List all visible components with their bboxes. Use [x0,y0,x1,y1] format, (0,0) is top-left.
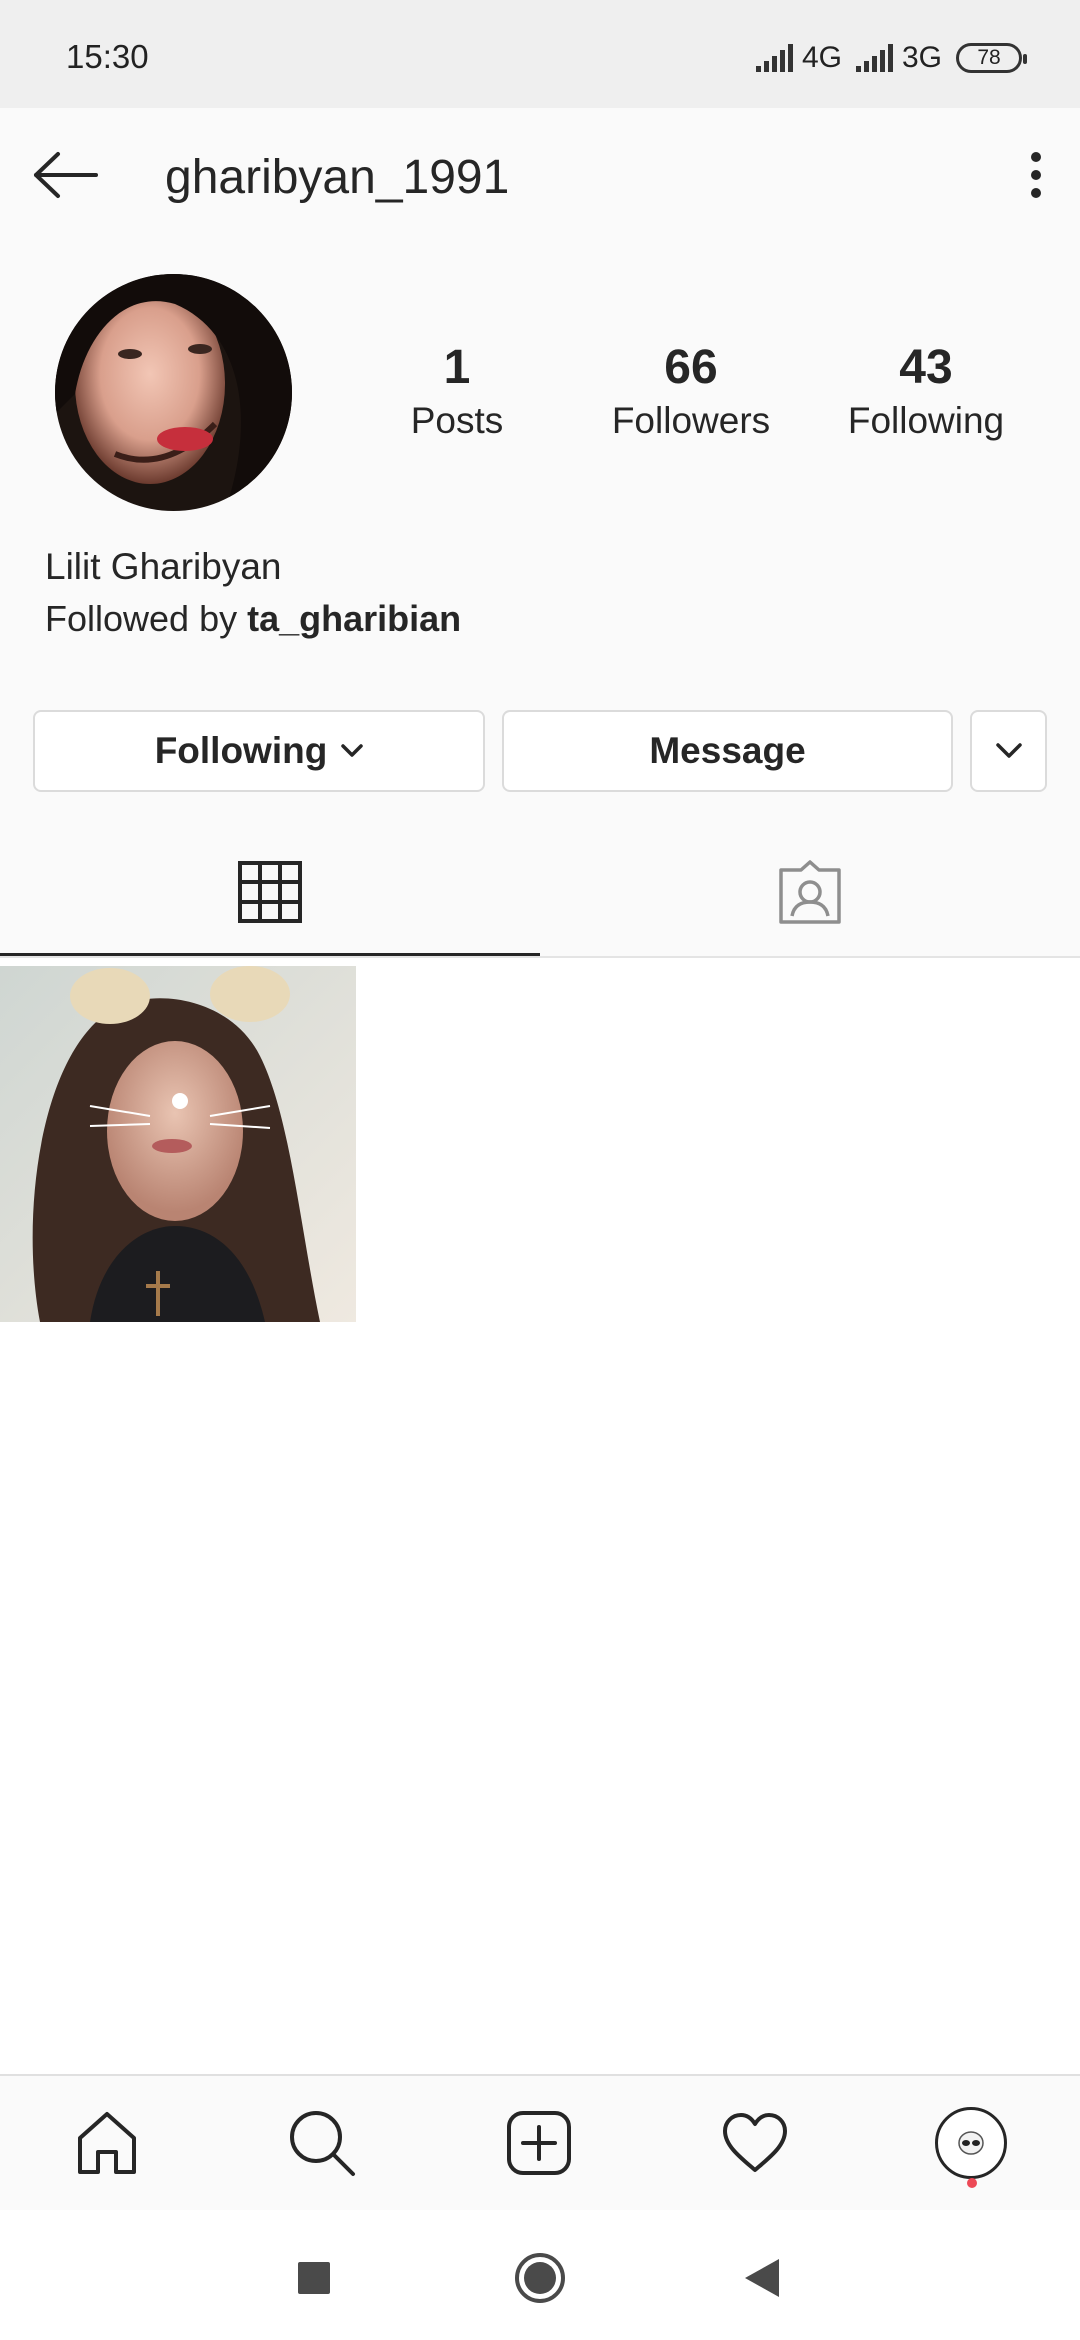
status-time: 15:30 [66,38,149,75]
message-button-label: Message [649,730,806,771]
back-triangle-icon [745,2259,779,2297]
tagged-person-icon [779,860,841,924]
message-button[interactable]: Message [502,710,953,792]
heart-icon [723,2113,787,2172]
followers-count: 66 [664,341,718,394]
profile-avatar-icon [935,2107,1007,2179]
followed-by-text: Followed by ta_gharibian [45,598,461,640]
avatar-photo [55,274,292,511]
tab-posts-grid[interactable] [0,830,540,956]
profile-username: gharibyan_1991 [165,151,510,204]
grid-icon [238,860,302,923]
following-label: Following [847,400,1005,441]
post-thumbnail[interactable] [0,966,356,1322]
following-button-label: Following [154,730,328,771]
more-options-button[interactable] [1006,140,1066,210]
notification-dot [967,2178,977,2188]
following-count: 43 [899,341,953,394]
nav-search[interactable] [277,2098,367,2188]
arrow-left-icon [34,152,98,198]
network-type-1: 4G [801,41,842,74]
posts-count: 1 [443,341,471,394]
status-indicators: 4G 3G 78 [755,38,1027,78]
followed-by-user-link[interactable]: ta_gharibian [247,598,461,639]
network-type-2: 3G [901,41,942,74]
bottom-navigation [0,2074,1080,2210]
chevron-down-icon [341,744,364,757]
system-back-button[interactable] [734,2250,790,2306]
nav-new-post[interactable] [494,2098,584,2188]
system-recents-button[interactable] [286,2250,342,2306]
recents-square-icon [298,2262,330,2294]
back-button[interactable] [28,140,104,210]
following-button[interactable]: Following [33,710,485,792]
suggested-accounts-button[interactable] [970,710,1047,792]
posts-label: Posts [410,400,504,441]
tab-tagged[interactable] [540,830,1080,956]
chevron-down-icon [995,743,1022,758]
profile-tabs [0,830,1080,958]
signal-icon [855,44,893,72]
profile-full-name: Lilit Gharibyan [45,546,282,587]
signal-icon [755,44,793,72]
nav-profile[interactable] [926,2098,1016,2188]
system-navigation-bar [0,2210,1080,2340]
post-photo [0,966,356,1322]
alien-face-icon [958,2131,984,2155]
followed-by-prefix: Followed by [45,598,248,639]
home-icon [78,2112,136,2174]
nav-home[interactable] [62,2098,152,2188]
profile-area [0,108,1080,956]
vertical-dots-icon [1031,152,1041,198]
status-bar: 15:30 4G 3G 78 [0,0,1080,108]
battery-icon: 78 [956,43,1027,73]
battery-level: 78 [977,46,1001,69]
stat-followers[interactable]: 66 Followers [591,340,791,442]
system-home-button[interactable] [512,2250,568,2306]
home-circle-icon [515,2253,565,2303]
search-icon [290,2111,355,2176]
followers-label: Followers [611,400,771,441]
stat-posts[interactable]: 1 Posts [357,340,557,442]
profile-avatar[interactable] [55,274,292,511]
stat-following[interactable]: 43 Following [826,340,1026,442]
new-post-icon [507,2111,571,2175]
nav-activity[interactable] [710,2098,800,2188]
